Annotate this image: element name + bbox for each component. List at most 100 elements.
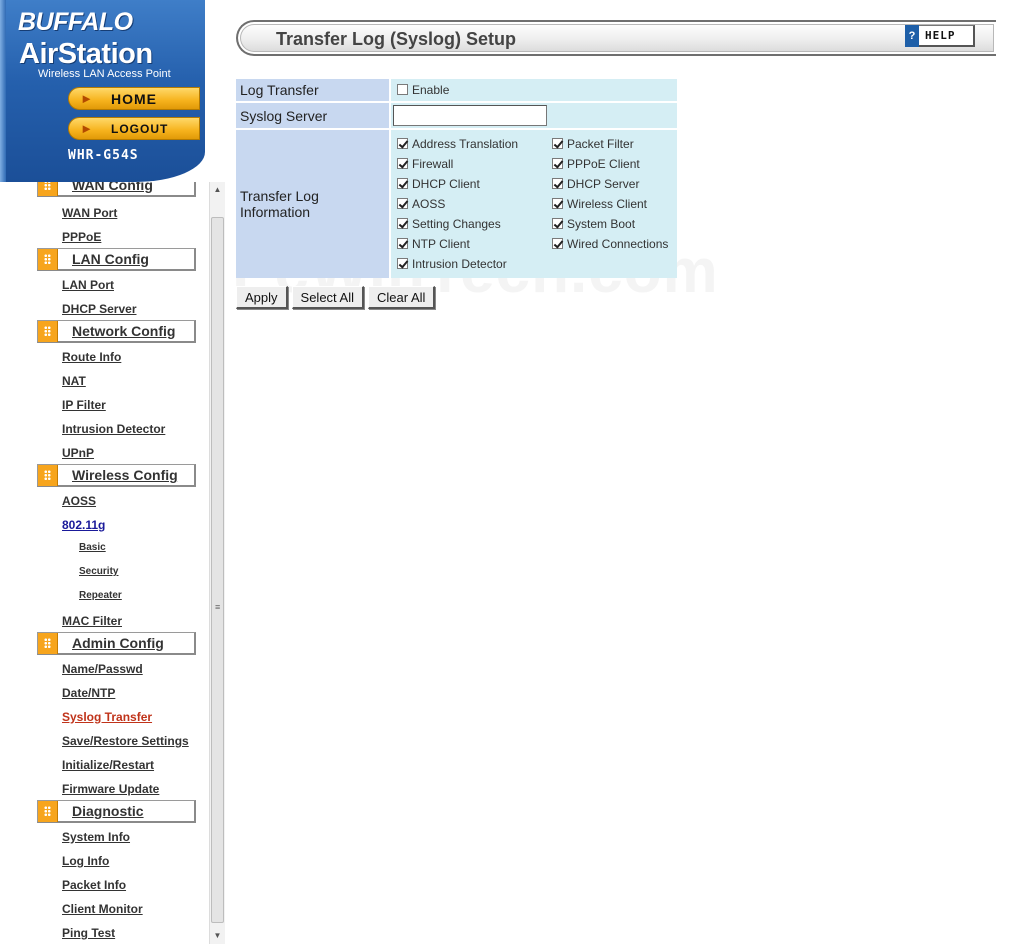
sidebar-item-nat[interactable]: NAT: [62, 374, 86, 388]
checkbox[interactable]: [397, 238, 408, 249]
log-option-label: Address Translation: [412, 137, 519, 151]
section-label: Network Config: [72, 323, 176, 339]
arrow-icon: ►: [80, 121, 94, 136]
checkbox[interactable]: [397, 178, 408, 189]
enable-checkbox[interactable]: [397, 84, 408, 95]
airstation-logo: AirStation: [19, 38, 153, 70]
enable-label: Enable: [412, 83, 450, 97]
sidebar-item-initialize-restart[interactable]: Initialize/Restart: [62, 758, 154, 772]
page-title-bar: Transfer Log (Syslog) Setup ? HELP: [236, 20, 996, 56]
help-button[interactable]: ? HELP: [905, 24, 975, 47]
sidebar-item-ip-filter[interactable]: IP Filter: [62, 398, 106, 412]
checkbox[interactable]: [397, 158, 408, 169]
clear-all-button[interactable]: Clear All: [368, 286, 436, 309]
checkbox[interactable]: [397, 258, 408, 269]
section-label: Admin Config: [72, 635, 164, 651]
log-option-setting-changes[interactable]: Setting Changes: [397, 214, 552, 234]
section-bullet-icon: [38, 182, 58, 196]
checkbox[interactable]: [552, 158, 563, 169]
log-option-dhcp-client[interactable]: DHCP Client: [397, 174, 552, 194]
sidebar-item-system-info[interactable]: System Info: [62, 830, 130, 844]
sidebar-item-aoss[interactable]: AOSS: [62, 494, 96, 508]
select-all-button[interactable]: Select All: [291, 286, 365, 309]
log-option-packet-filter[interactable]: Packet Filter: [552, 134, 677, 154]
section-network-config[interactable]: Network Config: [37, 320, 196, 343]
scroll-up-icon[interactable]: ▲: [210, 182, 225, 198]
help-button-label: HELP: [925, 29, 956, 42]
sidebar-item-packet-info[interactable]: Packet Info: [62, 878, 126, 892]
syslog-server-input[interactable]: [393, 105, 547, 126]
checkbox[interactable]: [397, 198, 408, 209]
log-option-intrusion-detector[interactable]: Intrusion Detector: [397, 254, 552, 274]
sidebar-item-log-info[interactable]: Log Info: [62, 854, 109, 868]
checkbox[interactable]: [552, 238, 563, 249]
checkbox[interactable]: [552, 178, 563, 189]
sidebar-item-route-info[interactable]: Route Info: [62, 350, 121, 364]
logout-button[interactable]: ► LOGOUT: [68, 117, 200, 140]
checkbox[interactable]: [552, 138, 563, 149]
section-label: LAN Config: [72, 251, 149, 267]
sidebar-item-syslog-transfer[interactable]: Syslog Transfer: [62, 710, 152, 724]
sidebar-item-ping-test[interactable]: Ping Test: [62, 926, 115, 940]
section-diagnostic[interactable]: Diagnostic: [37, 800, 196, 823]
checkbox[interactable]: [552, 218, 563, 229]
scrollbar-thumb[interactable]: ≡: [211, 217, 224, 923]
log-option-dhcp-server[interactable]: DHCP Server: [552, 174, 677, 194]
page-title: Transfer Log (Syslog) Setup: [276, 29, 517, 49]
log-transfer-label: Log Transfer: [236, 79, 389, 101]
log-option-label: System Boot: [567, 217, 636, 231]
sidebar-item-firmware-update[interactable]: Firmware Update: [62, 782, 159, 796]
log-option-label: DHCP Server: [567, 177, 640, 191]
buffalo-logo: BUFFALO: [18, 8, 133, 36]
transfer-log-info-label: Transfer Log Information: [236, 130, 389, 278]
log-option-ntp-client[interactable]: NTP Client: [397, 234, 552, 254]
sidebar-item-intrusion-detector[interactable]: Intrusion Detector: [62, 422, 165, 436]
section-wireless-config[interactable]: Wireless Config: [37, 464, 196, 487]
sidebar-subitem-basic[interactable]: Basic: [79, 542, 106, 553]
sidebar-item-lan-port[interactable]: LAN Port: [62, 278, 114, 292]
brand-header: BUFFALO AirStation Wireless LAN Access P…: [0, 0, 225, 182]
apply-button[interactable]: Apply: [236, 286, 288, 309]
section-bullet-icon: [38, 465, 58, 486]
log-option-aoss[interactable]: AOSS: [397, 194, 552, 214]
sidebar-subitem-repeater[interactable]: Repeater: [79, 590, 122, 601]
section-lan-config[interactable]: LAN Config: [37, 248, 196, 271]
log-option-system-boot[interactable]: System Boot: [552, 214, 677, 234]
log-option-wired-connections[interactable]: Wired Connections: [552, 234, 677, 254]
section-admin-config[interactable]: Admin Config: [37, 632, 196, 655]
arrow-icon: ►: [80, 91, 94, 106]
checkbox[interactable]: [397, 218, 408, 229]
checkbox[interactable]: [552, 198, 563, 209]
log-option-pppoe-client[interactable]: PPPoE Client: [552, 154, 677, 174]
log-option-label: DHCP Client: [412, 177, 480, 191]
logout-button-label: LOGOUT: [111, 121, 169, 136]
log-option-address-translation[interactable]: Address Translation: [397, 134, 552, 154]
action-buttons: Apply Select All Clear All: [236, 286, 436, 309]
sidebar-subitem-security[interactable]: Security: [79, 566, 118, 577]
sidebar-item-upnp[interactable]: UPnP: [62, 446, 94, 460]
log-option-label: Wired Connections: [567, 237, 669, 251]
sidebar-scrollbar[interactable]: ▲ ≡ ▼: [209, 182, 225, 944]
grip-icon: ≡: [215, 602, 221, 612]
section-wan-config[interactable]: WAN Config: [37, 182, 196, 197]
home-button[interactable]: ► HOME: [68, 87, 200, 110]
sidebar-item-dhcp-server[interactable]: DHCP Server: [62, 302, 136, 316]
brand-edge: [0, 0, 6, 182]
log-options-grid: Address Translation Packet Filter Firewall…: [391, 130, 677, 278]
sidebar-item-client-monitor[interactable]: Client Monitor: [62, 902, 143, 916]
sidebar-item-save-restore[interactable]: Save/Restore Settings: [62, 734, 189, 748]
sidebar-item-80211g[interactable]: 802.11g: [62, 518, 105, 532]
log-option-firewall[interactable]: Firewall: [397, 154, 552, 174]
sidebar-item-pppoe[interactable]: PPPoE: [62, 230, 101, 244]
sidebar-item-name-passwd[interactable]: Name/Passwd: [62, 662, 143, 676]
sidebar-item-date-ntp[interactable]: Date/NTP: [62, 686, 115, 700]
help-icon: ?: [905, 24, 919, 47]
section-bullet-icon: [38, 321, 58, 342]
sidebar-item-mac-filter[interactable]: MAC Filter: [62, 614, 122, 628]
log-option-wireless-client[interactable]: Wireless Client: [552, 194, 677, 214]
sidebar-menu: WAN Config WAN Port PPPoE LAN Config LAN…: [0, 182, 209, 944]
scroll-down-icon[interactable]: ▼: [210, 928, 225, 944]
enable-option[interactable]: Enable: [397, 83, 449, 97]
sidebar-item-wan-port[interactable]: WAN Port: [62, 206, 117, 220]
checkbox[interactable]: [397, 138, 408, 149]
